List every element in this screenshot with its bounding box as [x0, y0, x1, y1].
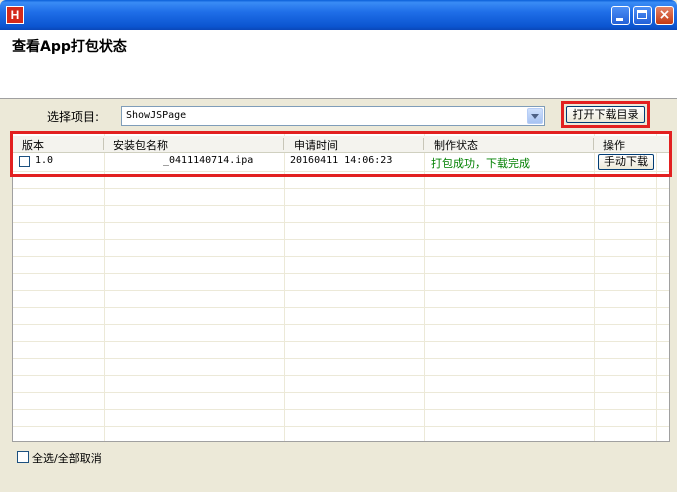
grid-line	[104, 133, 105, 441]
grid-line	[13, 307, 669, 308]
close-icon: ×	[658, 7, 671, 23]
grid-line	[13, 375, 669, 376]
grid-line	[13, 222, 669, 223]
grid-line	[13, 188, 669, 189]
table-header: 版本 安装包名称 申请时间 制作状态 操作	[13, 136, 669, 153]
dropdown-button[interactable]	[527, 108, 543, 124]
grid-line	[13, 256, 669, 257]
project-label: 选择项目:	[47, 110, 100, 124]
column-header-version[interactable]: 版本	[22, 137, 44, 153]
select-all-label[interactable]: 全选/全部取消	[32, 450, 102, 466]
row-request-time: 20160411 14:06:23	[290, 155, 393, 166]
column-header-request-time[interactable]: 申请时间	[294, 137, 338, 153]
maximize-button[interactable]	[633, 6, 652, 25]
grid-line	[424, 133, 425, 441]
project-select[interactable]: ShowJSPage	[121, 106, 545, 126]
row-checkbox[interactable]	[19, 156, 30, 167]
page-title: 查看App打包状态	[12, 39, 127, 55]
open-download-dir-button[interactable]: 打开下载目录	[566, 106, 645, 123]
column-separator[interactable]	[283, 138, 284, 150]
manual-download-button[interactable]: 手动下载	[598, 154, 654, 170]
grid-line	[13, 171, 669, 172]
column-separator[interactable]	[103, 138, 104, 150]
grid-line	[656, 133, 657, 441]
chevron-down-icon	[531, 114, 539, 119]
minimize-icon	[616, 18, 623, 21]
column-separator[interactable]	[593, 138, 594, 150]
grid-line	[284, 133, 285, 441]
grid-line	[13, 358, 669, 359]
title-bar[interactable]: H ×	[0, 0, 677, 30]
column-header-package-name[interactable]: 安装包名称	[113, 137, 168, 153]
grid-line	[13, 341, 669, 342]
header-panel: 查看App打包状态	[0, 30, 677, 99]
select-all-checkbox[interactable]	[17, 451, 29, 463]
minimize-button[interactable]	[611, 6, 630, 25]
app-icon: H	[6, 6, 24, 24]
open-dir-highlight: 打开下载目录	[561, 101, 650, 128]
grid-line	[13, 392, 669, 393]
grid-line	[13, 426, 669, 427]
grid-line	[13, 409, 669, 410]
column-header-action[interactable]: 操作	[603, 137, 625, 153]
row-status: 打包成功，下载完成	[431, 157, 530, 170]
grid-line	[13, 239, 669, 240]
maximize-icon	[637, 10, 647, 19]
row-version: 1.0	[35, 155, 54, 166]
grid-line	[594, 133, 595, 441]
grid-line	[13, 205, 669, 206]
column-header-status[interactable]: 制作状态	[434, 137, 478, 153]
close-button[interactable]: ×	[655, 6, 674, 25]
grid-line	[13, 324, 669, 325]
project-select-value: ShowJSPage	[126, 110, 187, 121]
package-table: 版本 安装包名称 申请时间 制作状态 操作 1.0 _0411140714.ip…	[12, 132, 670, 442]
grid-line	[13, 273, 669, 274]
row-package-name: _0411140714.ipa	[163, 155, 254, 166]
column-separator[interactable]	[423, 138, 424, 150]
grid-line	[13, 290, 669, 291]
